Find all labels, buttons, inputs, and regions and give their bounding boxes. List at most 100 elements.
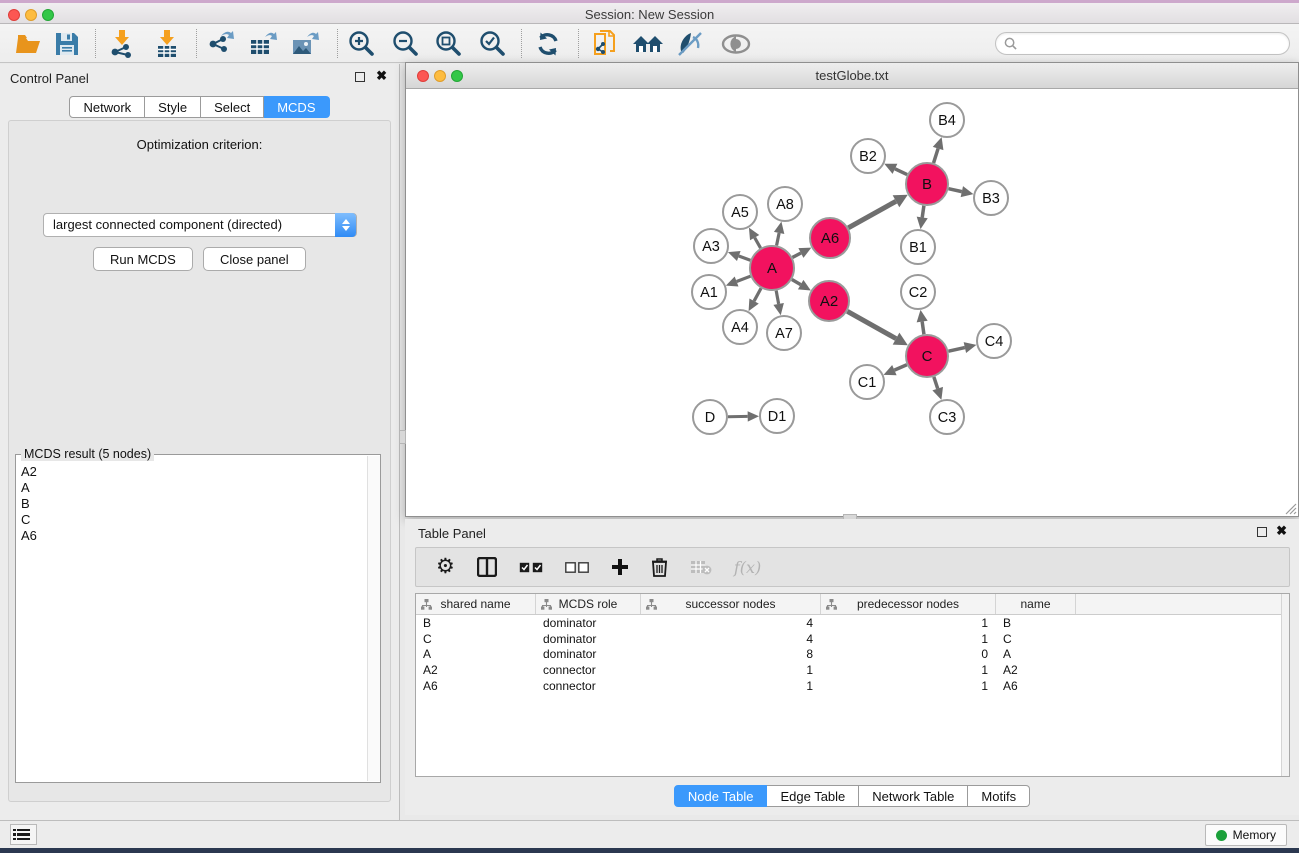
column-header-successor-nodes[interactable]: successor nodes <box>641 594 821 614</box>
graphics-details-button[interactable] <box>672 27 710 60</box>
criterion-select[interactable]: largest connected component (directed) <box>43 213 357 237</box>
mcds-result-item[interactable]: A <box>21 480 380 496</box>
zoom-fit-button[interactable] <box>429 27 467 60</box>
table-row[interactable]: Adominator80A <box>416 647 1289 663</box>
tab-edge-table[interactable]: Edge Table <box>767 785 859 807</box>
delete-column-trash-icon[interactable] <box>651 554 668 580</box>
task-history-button[interactable] <box>10 824 37 845</box>
tab-mcds[interactable]: MCDS <box>264 96 329 118</box>
tab-select[interactable]: Select <box>201 96 264 118</box>
graph-edge-A-A6[interactable] <box>792 253 800 257</box>
zoom-selected-button[interactable] <box>473 27 511 60</box>
float-table-panel-icon[interactable] <box>1257 527 1267 537</box>
zoom-in-button[interactable] <box>342 27 380 60</box>
graph-edge-B-B4[interactable] <box>934 148 939 163</box>
toolbar-separator <box>521 29 522 58</box>
memory-button[interactable]: Memory <box>1205 824 1287 846</box>
export-image-button[interactable] <box>286 27 324 60</box>
tab-node-table[interactable]: Node Table <box>674 785 768 807</box>
open-folder-icon <box>16 32 44 56</box>
search-input[interactable] <box>1022 37 1289 51</box>
close-panel-button[interactable]: Close panel <box>203 247 306 271</box>
graph-edge-A-A3[interactable] <box>739 256 751 260</box>
column-header-shared-name[interactable]: shared name <box>416 594 536 614</box>
graph-edge-C-C1[interactable] <box>894 365 906 370</box>
network-window-titlebar[interactable]: testGlobe.txt <box>406 63 1298 89</box>
mcds-result-item[interactable]: B <box>21 496 380 512</box>
graph-edge-A-A7[interactable] <box>776 291 778 304</box>
column-header-mcds-role[interactable]: MCDS role <box>536 594 641 614</box>
open-file-button[interactable] <box>11 27 49 60</box>
graph-edge-C-C2[interactable] <box>922 322 924 335</box>
network-graph[interactable]: B4B2BB3A5A8A6A3AB1A1C2A2A4A7CC4C1C3DD1 <box>406 89 1298 516</box>
close-table-panel-icon[interactable]: ✖ <box>1276 523 1287 539</box>
search-field[interactable] <box>995 32 1290 55</box>
graph-edge-A-A1[interactable] <box>737 276 751 281</box>
home-button[interactable] <box>629 27 667 60</box>
table-settings-gear-icon[interactable]: ⚙ <box>436 554 455 580</box>
graph-edge-A-A5[interactable] <box>755 238 761 248</box>
mcds-result-item[interactable]: C <box>21 512 380 528</box>
show-columns-icon[interactable] <box>477 554 497 580</box>
vertical-splitter-handle[interactable] <box>399 430 406 444</box>
table-row[interactable]: Bdominator41B <box>416 615 1289 631</box>
mcds-result-item[interactable]: A2 <box>21 464 380 480</box>
graph-edge-C-C4[interactable] <box>948 348 964 352</box>
delete-table-icon[interactable] <box>690 554 712 580</box>
close-panel-icon[interactable]: ✖ <box>376 68 387 84</box>
select-all-columns-icon[interactable] <box>519 554 543 580</box>
list-icon <box>17 829 30 841</box>
graph-edge-A-A4[interactable] <box>754 288 761 301</box>
table-scrollbar[interactable] <box>1281 594 1289 776</box>
create-column-plus-icon[interactable] <box>611 554 629 580</box>
run-mcds-button[interactable]: Run MCDS <box>93 247 193 271</box>
export-table-button[interactable] <box>244 27 282 60</box>
tab-style[interactable]: Style <box>145 96 201 118</box>
birds-eye-view-button[interactable] <box>717 27 755 60</box>
graph-node-label: C <box>922 348 933 365</box>
graph-node-label: D1 <box>768 409 787 425</box>
table-cell: A6 <box>996 679 1076 693</box>
tab-network[interactable]: Network <box>69 96 145 118</box>
new-network-file-icon <box>592 29 620 59</box>
table-row[interactable]: A6connector11A6 <box>416 678 1289 694</box>
graph-edge-A-A2[interactable] <box>792 280 801 285</box>
save-session-button[interactable] <box>48 27 86 60</box>
graph-edge-A2-C[interactable] <box>847 311 896 338</box>
graph-edge-C-C3[interactable] <box>934 377 938 389</box>
new-network-from-selection-button[interactable] <box>587 27 625 60</box>
column-header-name[interactable]: name <box>996 594 1076 614</box>
resize-grip-icon[interactable] <box>1283 501 1297 515</box>
table-row[interactable]: A2connector11A2 <box>416 662 1289 678</box>
table-cell: 1 <box>821 679 996 693</box>
function-builder-icon[interactable]: f(x) <box>734 554 761 580</box>
graph-edge-B-B2[interactable] <box>895 169 907 175</box>
tab-network-table[interactable]: Network Table <box>859 785 968 807</box>
zoom-out-button[interactable] <box>386 27 424 60</box>
graph-node-label: B3 <box>982 191 1000 207</box>
import-table-button[interactable] <box>148 27 186 60</box>
import-network-button[interactable] <box>103 27 141 60</box>
graph-node-label: C1 <box>858 375 877 391</box>
graph-edge-B-B3[interactable] <box>948 189 961 192</box>
unselect-all-columns-icon[interactable] <box>565 554 589 580</box>
column-type-icon <box>421 599 432 610</box>
result-scrollbar[interactable] <box>367 456 380 781</box>
table-cell: 4 <box>641 616 821 630</box>
graph-edge-arrowhead <box>748 411 759 421</box>
graph-node-label: A2 <box>820 293 838 310</box>
status-bar: Memory <box>0 820 1299 848</box>
column-header-predecessor-nodes[interactable]: predecessor nodes <box>821 594 996 614</box>
refresh-button[interactable] <box>529 27 567 60</box>
graph-edge-A6-B[interactable] <box>848 201 896 228</box>
tab-motifs[interactable]: Motifs <box>968 785 1030 807</box>
float-panel-icon[interactable] <box>355 72 365 82</box>
export-network-button[interactable] <box>202 27 240 60</box>
network-canvas[interactable]: B4B2BB3A5A8A6A3AB1A1C2A2A4A7CC4C1C3DD1 <box>406 89 1298 516</box>
table-row[interactable]: Cdominator41C <box>416 631 1289 647</box>
graph-edge-B-B1[interactable] <box>922 206 924 218</box>
graph-edge-A-A8[interactable] <box>777 233 780 246</box>
houses-icon <box>632 32 664 56</box>
export-network-icon <box>207 30 235 58</box>
mcds-result-item[interactable]: A6 <box>21 528 380 544</box>
